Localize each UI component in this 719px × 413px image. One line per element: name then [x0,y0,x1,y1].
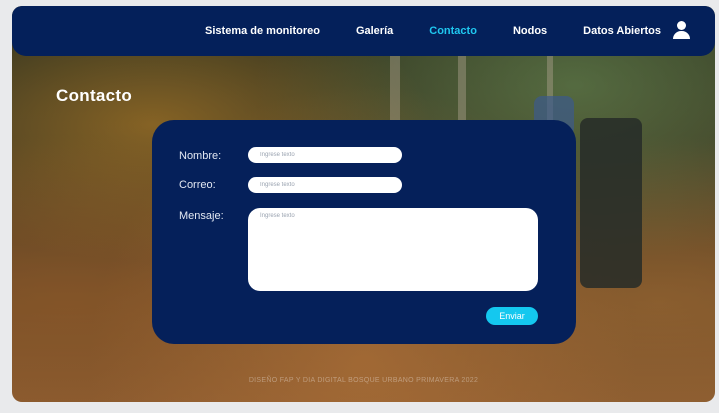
nav-galeria[interactable]: Galería [356,25,393,37]
top-navbar: Sistema de monitoreo Galería Contacto No… [12,6,715,56]
message-field[interactable] [248,208,538,291]
name-label: Nombre: [179,150,222,162]
page-title: Contacto [56,86,133,105]
name-field[interactable] [248,147,402,163]
nav-nodos[interactable]: Nodos [513,25,547,37]
send-button[interactable]: Enviar [486,307,538,325]
message-label: Mensaje: [179,210,224,222]
background-hiker [580,118,642,288]
nav-contacto[interactable]: Contacto [429,25,477,37]
user-icon[interactable] [673,21,691,41]
email-label: Correo: [179,179,216,191]
nav-sistema-de-monitoreo[interactable]: Sistema de monitoreo [205,25,320,37]
nav-datos-abiertos[interactable]: Datos Abiertos [583,25,661,37]
email-field[interactable] [248,177,402,193]
page-frame: Sistema de monitoreo Galería Contacto No… [12,6,715,402]
user-icon-head [677,21,686,30]
user-icon-body [673,31,690,39]
footer-text: DISEÑO FAP Y DIA DIGITAL BOSQUE URBANO P… [248,377,479,384]
contact-form-card: Nombre: Correo: Mensaje: Enviar [152,120,576,344]
